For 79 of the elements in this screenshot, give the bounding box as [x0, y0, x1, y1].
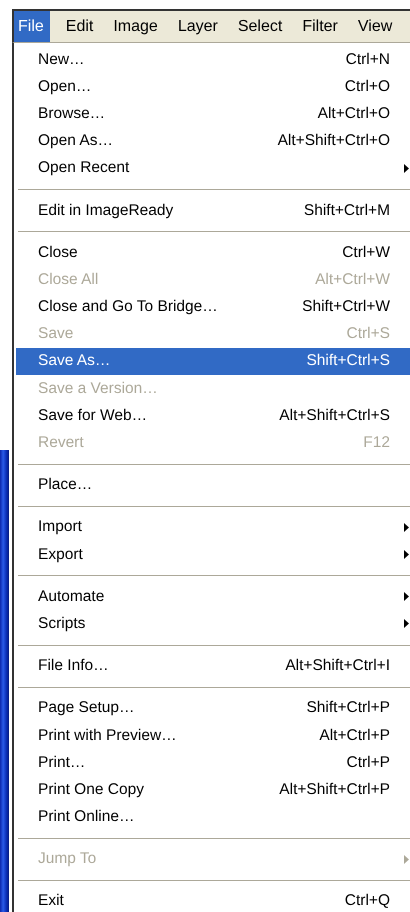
menu-item[interactable]: Print Online… — [16, 804, 410, 831]
menu-item[interactable]: Open Recent — [16, 154, 410, 182]
menu-item[interactable]: Automate — [16, 583, 410, 610]
menu-item-label: Export — [38, 546, 84, 564]
menu-item[interactable]: Exit Ctrl+Q — [16, 888, 410, 912]
menu-item-label: New… — [38, 50, 86, 69]
menu-item-label: Save a Version… — [38, 380, 159, 398]
menu-item-label: Save — [38, 325, 74, 344]
menu-item-label: Automate — [38, 588, 106, 606]
shortcut-text: Shift+Ctrl+M — [304, 202, 390, 220]
menu-item-label: Print with Preview… — [38, 726, 178, 745]
menu-bar-item[interactable]: Filter — [292, 11, 348, 42]
shortcut-text: Ctrl+N — [346, 50, 390, 69]
menu-bar-item[interactable]: File — [14, 11, 50, 42]
shortcut-text: Shift+Ctrl+P — [306, 699, 390, 718]
shortcut-text: Shift+Ctrl+S — [306, 352, 390, 370]
menu-item-label: Jump To — [38, 850, 98, 868]
menu-item[interactable]: Save As… Shift+Ctrl+S — [16, 348, 410, 376]
menu-item-label: Save for Web… — [38, 406, 148, 425]
submenu-arrow-icon — [404, 592, 409, 602]
menu-bar-item[interactable]: Edit — [56, 11, 104, 42]
menu-item[interactable]: Open As… Alt+Shift+Ctrl+O — [16, 128, 410, 155]
menu-item-label: Edit in ImageReady — [38, 202, 174, 220]
shortcut-text: Ctrl+S — [346, 325, 390, 344]
shortcut-text: Alt+Shift+Ctrl+S — [279, 406, 390, 425]
menu-bar-item[interactable]: Select — [228, 11, 292, 42]
menu-item-label: Print Online… — [38, 808, 136, 826]
menu-item[interactable]: Place… — [16, 472, 410, 499]
menu-item[interactable]: Page Setup… Shift+Ctrl+P — [16, 694, 410, 722]
menu-item-label: Import — [38, 518, 83, 536]
shortcut-text: Alt+Ctrl+P — [319, 726, 390, 745]
menu-item[interactable]: Browse… Alt+Ctrl+O — [16, 100, 410, 128]
submenu-arrow-icon — [404, 550, 409, 559]
menu-bar-item[interactable]: View — [348, 11, 402, 42]
menu-item[interactable]: Scripts — [16, 610, 410, 638]
menu-item-label: Open… — [38, 78, 92, 96]
shortcut-text: Ctrl+P — [346, 754, 390, 772]
menu-item-label: Close — [38, 244, 79, 262]
menu-item[interactable]: Print with Preview… Alt+Ctrl+P — [16, 722, 410, 750]
menu-item[interactable]: New… Ctrl+N — [16, 46, 410, 74]
shortcut-text: Alt+Shift+Ctrl+O — [278, 132, 390, 150]
menu-item[interactable]: Print… Ctrl+P — [16, 749, 410, 776]
menu-item-label: Close All — [38, 270, 100, 289]
menu-item-label: Page Setup… — [38, 699, 136, 718]
menu-item[interactable]: Close and Go To Bridge… Shift+Ctrl+W — [16, 294, 410, 321]
menu-bar-item[interactable]: Image — [103, 11, 168, 42]
menu-item-label: Open As… — [38, 132, 114, 150]
menu-item[interactable]: Open… Ctrl+O — [16, 73, 410, 100]
submenu-arrow-icon — [404, 522, 409, 532]
shortcut-text: Shift+Ctrl+W — [302, 298, 390, 316]
menu-item[interactable]: File Info… Alt+Shift+Ctrl+I — [16, 652, 410, 680]
menu-item[interactable]: Import — [16, 514, 410, 541]
menu-item-label: Scripts — [38, 614, 86, 633]
menu-item-label: Open Recent — [38, 159, 130, 178]
menu-item[interactable]: Save for Web… Alt+Shift+Ctrl+S — [16, 402, 410, 430]
menu-item-label: Browse… — [38, 104, 106, 123]
menu-item-label: Close and Go To Bridge… — [38, 298, 219, 316]
menu-item[interactable]: Close Ctrl+W — [16, 239, 410, 266]
menu-item-label: File Info… — [38, 657, 110, 676]
shortcut-text: F12 — [363, 434, 390, 452]
menu-item-label: Save As… — [38, 352, 112, 370]
menu-bar-item[interactable]: Layer — [168, 11, 228, 42]
shortcut-text: Alt+Shift+Ctrl+P — [279, 780, 390, 799]
shortcut-text: Alt+Ctrl+W — [315, 270, 390, 289]
menu-item[interactable]: Print One Copy Alt+Shift+Ctrl+P — [16, 776, 410, 804]
shortcut-text: Ctrl+O — [344, 78, 390, 96]
menu-item[interactable]: Edit in ImageReady Shift+Ctrl+M — [16, 196, 410, 224]
menu-item-label: Print One Copy — [38, 780, 145, 799]
submenu-arrow-icon — [404, 619, 409, 628]
menu-item-label: Place… — [38, 476, 94, 494]
shortcut-text: Alt+Ctrl+O — [318, 104, 390, 123]
menu-item[interactable]: Export — [16, 541, 410, 568]
submenu-arrow-icon — [404, 164, 409, 173]
menu-item-label: Print… — [38, 754, 86, 772]
shortcut-text: Alt+Shift+Ctrl+I — [285, 657, 390, 676]
shortcut-text: Ctrl+W — [342, 244, 390, 262]
shortcut-text: Ctrl+Q — [344, 892, 390, 910]
menu-item-label: Revert — [38, 434, 85, 452]
menu-item-label: Exit — [38, 892, 65, 910]
